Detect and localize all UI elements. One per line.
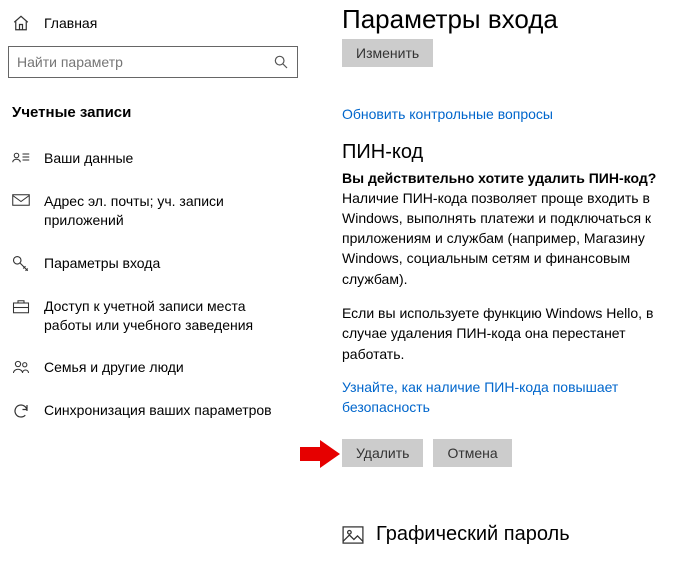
sync-icon bbox=[12, 401, 30, 420]
pin-heading: ПИН-код bbox=[342, 141, 690, 164]
mail-icon bbox=[12, 192, 30, 207]
sidebar-item-signin-options[interactable]: Параметры входа bbox=[8, 242, 319, 285]
people-icon bbox=[12, 358, 30, 375]
nav-label: Ваши данные bbox=[44, 149, 133, 168]
page-title: Параметры входа bbox=[342, 4, 690, 35]
picture-icon bbox=[342, 526, 364, 544]
home-label: Главная bbox=[44, 15, 97, 31]
key-icon bbox=[12, 254, 30, 273]
sidebar-item-your-info[interactable]: Ваши данные bbox=[8, 137, 319, 180]
learn-pin-link[interactable]: Узнайте, как наличие ПИН-кода повышает б… bbox=[342, 378, 690, 417]
update-questions-link[interactable]: Обновить контрольные вопросы bbox=[342, 105, 690, 125]
home-link[interactable]: Главная bbox=[8, 8, 319, 46]
nav-label: Доступ к учетной записи места работы или… bbox=[44, 297, 294, 335]
nav-label: Семья и другие люди bbox=[44, 358, 184, 377]
sidebar-item-email[interactable]: Адрес эл. почты; уч. записи приложений bbox=[8, 180, 319, 242]
briefcase-icon bbox=[12, 297, 30, 314]
sidebar-item-family[interactable]: Семья и другие люди bbox=[8, 346, 319, 389]
section-title: Учетные записи bbox=[8, 96, 319, 137]
search-icon bbox=[273, 54, 289, 70]
person-card-icon bbox=[12, 149, 30, 164]
search-input-container[interactable] bbox=[8, 46, 298, 78]
nav-label: Синхронизация ваших параметров bbox=[44, 401, 272, 420]
home-icon bbox=[12, 14, 30, 32]
sidebar-item-work-access[interactable]: Доступ к учетной записи места работы или… bbox=[8, 285, 319, 347]
delete-button[interactable]: Удалить bbox=[342, 439, 423, 467]
nav-label: Адрес эл. почты; уч. записи приложений bbox=[44, 192, 294, 230]
red-arrow-annotation bbox=[300, 439, 340, 469]
sidebar-item-sync[interactable]: Синхронизация ваших параметров bbox=[8, 389, 319, 432]
search-input[interactable] bbox=[17, 54, 273, 70]
pin-paragraph-2: Если вы используете функцию Windows Hell… bbox=[342, 303, 690, 364]
nav-label: Параметры входа bbox=[44, 254, 160, 273]
pin-paragraph-1: Наличие ПИН-кода позволяет проще входить… bbox=[342, 188, 690, 289]
picture-password-heading: Графический пароль bbox=[376, 523, 570, 546]
change-button[interactable]: Изменить bbox=[342, 39, 433, 67]
pin-confirm-question: Вы действительно хотите удалить ПИН-код? bbox=[342, 170, 690, 186]
cancel-button[interactable]: Отмена bbox=[433, 439, 511, 467]
